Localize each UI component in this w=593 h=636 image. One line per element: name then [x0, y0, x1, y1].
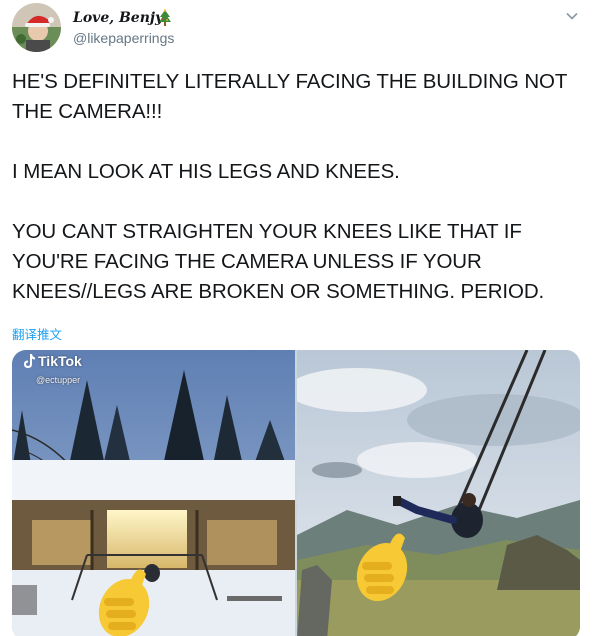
tweet-line: HE'S DEFINITELY LITERALLY FACING THE BUI…: [12, 70, 568, 93]
media-grid[interactable]: TikTok @ectupper: [12, 350, 580, 636]
christmas-tree-icon: [159, 9, 171, 26]
handle[interactable]: @likepaperrings: [73, 30, 174, 46]
tweet-line: I MEAN LOOK AT HIS LEGS AND KNEES.: [12, 160, 400, 183]
display-name[interactable]: Love, Benjy: [73, 10, 163, 26]
avatar[interactable]: [12, 3, 61, 52]
avatar-image: [12, 3, 61, 52]
tiktok-icon: [24, 354, 35, 368]
tweet-card: Love, Benjy @likepaperrings HE'S DEFINIT…: [0, 0, 593, 636]
mountain-swing-photo: [297, 350, 580, 636]
snowy-building-photo: [12, 350, 295, 636]
tweet-text: HE'S DEFINITELY LITERALLY FACING THE BUI…: [12, 67, 582, 307]
tweet-line: YOU CANT STRAIGHTEN YOUR KNEES LIKE THAT…: [12, 220, 522, 243]
tiktok-watermark: TikTok: [22, 353, 82, 369]
chevron-down-icon[interactable]: [565, 9, 579, 23]
tweet-line: YOU'RE FACING THE CAMERA UNLESS IF YOUR: [12, 250, 482, 273]
translate-tweet-link[interactable]: 翻译推文: [12, 324, 62, 343]
tiktok-username: @ectupper: [36, 375, 81, 385]
media-right-photo[interactable]: [297, 350, 580, 636]
tweet-line: KNEES//LEGS ARE BROKEN OR SOMETHING. PER…: [12, 280, 545, 303]
media-left-photo[interactable]: TikTok @ectupper: [12, 350, 295, 636]
tiktok-app-name: TikTok: [38, 353, 82, 369]
tweet-line: THE CAMERA!!!: [12, 100, 163, 123]
